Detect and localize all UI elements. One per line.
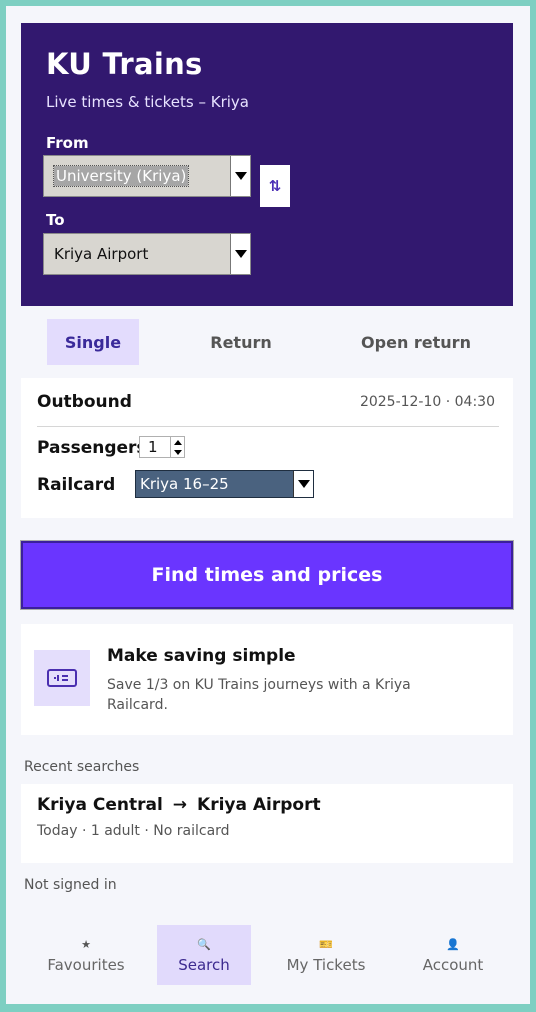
divider [37, 426, 499, 427]
star-icon: ★ [81, 937, 91, 951]
nav-account[interactable]: 👤 Account [401, 925, 505, 985]
railcard-dropdown-arrow-icon[interactable] [293, 471, 313, 497]
find-times-button[interactable]: Find times and prices [20, 540, 514, 610]
passengers-value[interactable]: 1 [140, 437, 170, 457]
passengers-spin [170, 437, 184, 457]
nav-label: My Tickets [286, 955, 366, 974]
nav-label: Favourites [47, 955, 125, 974]
app-header: KU Trains Live times & tickets – Kriya F… [21, 23, 513, 306]
passengers-label: Passengers [37, 438, 147, 458]
nav-favourites[interactable]: ★ Favourites [31, 925, 141, 985]
increment-icon[interactable] [171, 437, 184, 447]
to-dropdown-arrow-icon[interactable] [230, 234, 250, 274]
recent-from: Kriya Central [37, 795, 163, 815]
to-select-value: Kriya Airport [54, 245, 149, 263]
passengers-stepper[interactable]: 1 [139, 436, 185, 458]
tab-single[interactable]: Single [47, 319, 139, 365]
ticket-type-tabs: Single Return Open return [21, 319, 513, 365]
nav-my-tickets[interactable]: 🎫 My Tickets [271, 925, 381, 985]
journey-card: Outbound 2025-12-10 · 04:30 Passengers 1… [21, 378, 513, 518]
from-dropdown-arrow-icon[interactable] [230, 156, 250, 196]
railcard-label: Railcard [37, 475, 116, 495]
railcard-select-value: Kriya 16–25 [140, 475, 229, 493]
railcard-select[interactable]: Kriya 16–25 [135, 470, 314, 498]
swap-vertical-icon: ⇅ [268, 177, 282, 195]
tab-open-return[interactable]: Open return [351, 319, 481, 365]
from-select-value: University (Kriya) [52, 165, 190, 187]
promo-title: Make saving simple [107, 646, 296, 666]
nav-label: Account [422, 955, 484, 974]
tab-return[interactable]: Return [195, 319, 287, 365]
swap-stations-button[interactable]: ⇅ [260, 165, 290, 207]
recent-search-item[interactable]: Kriya Central → Kriya Airport Today · 1 ad… [21, 784, 513, 863]
from-select[interactable]: University (Kriya) [43, 155, 251, 197]
ticket-icon: 🎫 [319, 937, 333, 951]
recent-meta: Today · 1 adult · No railcard [37, 823, 230, 839]
nav-label: Search [178, 955, 230, 974]
to-label: To [46, 211, 65, 229]
bottom-nav: ★ Favourites 🔍 Search 🎫 My Tickets 👤 Acc… [21, 925, 513, 985]
promo-card[interactable]: Make saving simple Save 1/3 on KU Trains… [21, 624, 513, 735]
outbound-datetime[interactable]: 2025-12-10 · 04:30 [360, 394, 495, 410]
search-icon: 🔍 [197, 937, 211, 951]
recent-to: Kriya Airport [197, 795, 321, 815]
from-label: From [46, 134, 89, 152]
app-title: KU Trains [46, 47, 203, 81]
promo-body: Save 1/3 on KU Trains journeys with a Kr… [107, 677, 411, 713]
recent-route: Kriya Central → Kriya Airport [37, 795, 321, 815]
arrow-right-icon: → [172, 795, 188, 815]
nav-search[interactable]: 🔍 Search [157, 925, 251, 985]
app-subtitle: Live times & tickets – Kriya [46, 93, 249, 111]
person-icon: 👤 [446, 937, 460, 951]
to-select[interactable]: Kriya Airport [43, 233, 251, 275]
decrement-icon[interactable] [171, 447, 184, 457]
from-select-value-box: University (Kriya) [44, 156, 230, 196]
ticket-icon [34, 650, 90, 706]
sign-in-status: Not signed in [24, 877, 117, 893]
outbound-label: Outbound [37, 392, 132, 412]
app-frame: KU Trains Live times & tickets – Kriya F… [6, 6, 530, 1004]
recent-searches-heading: Recent searches [24, 759, 140, 775]
